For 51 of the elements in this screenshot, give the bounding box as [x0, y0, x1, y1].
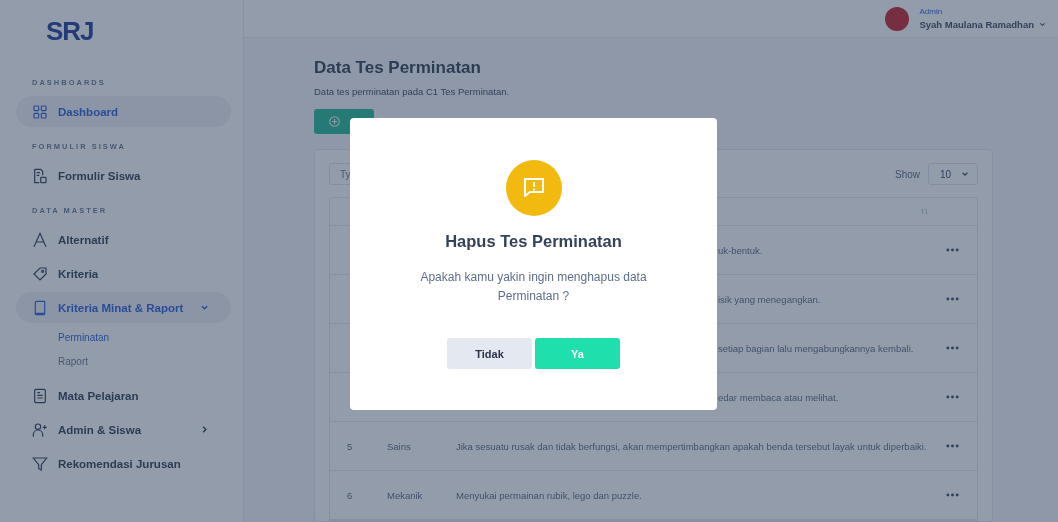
page-size-select[interactable]: 10: [928, 163, 978, 185]
chevron-down-icon: [200, 303, 209, 312]
show-label: Show: [895, 168, 920, 180]
user-role: Admin: [919, 7, 944, 16]
book-icon: [32, 299, 48, 316]
table-cell: 6: [347, 489, 353, 501]
sidebar-item[interactable]: Formulir Siswa: [16, 160, 231, 191]
filter-icon: [32, 455, 48, 472]
sidebar-item[interactable]: Kriteria Minat & Raport: [16, 292, 231, 323]
avatar-photo-placeholder: [885, 6, 910, 31]
sidebar-item[interactable]: Dashboard: [16, 96, 231, 127]
sidebar-item[interactable]: Mata Pelajaran: [16, 380, 231, 411]
chevron-right-icon: [200, 425, 209, 434]
table-cell: uk-bentuk.: [718, 244, 763, 256]
more-icon[interactable]: [946, 395, 959, 399]
document-icon: [32, 387, 48, 404]
more-icon[interactable]: [946, 493, 959, 497]
sidebar-item[interactable]: Admin & Siswa: [16, 414, 231, 445]
dialog-message: Apakah kamu yakin ingin menghapus data Perminatan ?: [419, 269, 648, 305]
sidebar-item[interactable]: Kriteria: [16, 258, 231, 289]
plus-circle-icon: [329, 116, 340, 127]
sidebar-subitem[interactable]: Perminatan: [16, 326, 110, 350]
table-cell: setiap bagian lalu mengabungkannya kembali.: [718, 342, 914, 354]
sidebar-item[interactable]: Rekomendasi Jurusan: [16, 448, 231, 479]
page-subtitle: Data tes perminatan pada C1 Tes Perminatan.: [314, 86, 511, 97]
grid-icon: [32, 103, 48, 120]
table-cell: isik yang menegangkan.: [718, 293, 821, 305]
warning-message-icon: [505, 160, 562, 216]
logo: SRJ: [45, 15, 95, 48]
page-title: Data Tes Perminatan: [314, 58, 482, 78]
more-icon[interactable]: [946, 248, 959, 252]
more-icon[interactable]: [946, 444, 959, 448]
tag-icon: [32, 265, 48, 282]
table-cell: Jika sesuatu rusak dan tidak berfungsi, akan mempertimbangkan apakah benda tersebut layak untuk diperbaiki.: [456, 440, 927, 452]
chevron-down-icon: [1039, 21, 1046, 28]
table-cell: Menyukai permainan rubik, lego dan puzzle.: [456, 489, 642, 501]
user-add-icon: [32, 421, 48, 438]
form-icon: [32, 167, 48, 184]
more-icon[interactable]: [946, 346, 959, 350]
dialog-title: Hapus Tes Perminatan: [445, 232, 622, 251]
sidebar-subitem[interactable]: Raport: [16, 350, 88, 374]
more-icon[interactable]: [946, 297, 959, 301]
cancel-button[interactable]: Tidak: [447, 338, 532, 369]
table-cell: Sains: [387, 440, 411, 452]
table-cell: edar membaca atau melihat.: [718, 391, 839, 403]
table-cell: 5: [347, 440, 353, 452]
chevron-down-icon: [961, 170, 969, 178]
table-cell: Mekanik: [387, 489, 423, 501]
letter-icon: [32, 231, 48, 248]
sidebar-item[interactable]: Alternatif: [16, 224, 231, 255]
user-name-menu[interactable]: Syah Maulana Ramadhan: [919, 19, 1046, 30]
